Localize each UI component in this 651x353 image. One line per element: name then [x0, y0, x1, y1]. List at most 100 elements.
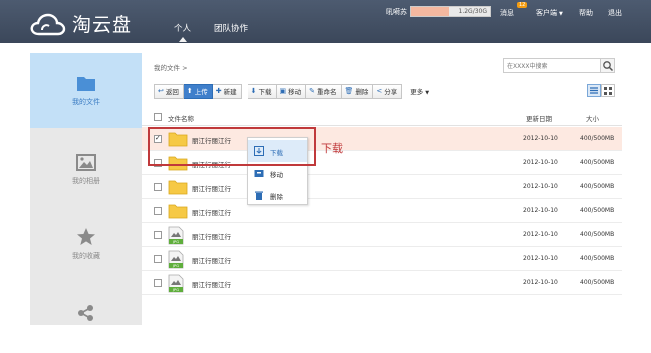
- tab-personal[interactable]: 个人: [174, 22, 191, 42]
- column-name[interactable]: 文件名称: [168, 113, 194, 123]
- file-name[interactable]: 丽江行丽江行: [192, 183, 231, 193]
- file-name[interactable]: 丽江行丽江行: [192, 231, 231, 241]
- sidebar-item-share[interactable]: [30, 278, 142, 353]
- jpg-file-icon: JPG: [168, 226, 184, 247]
- row-checkbox[interactable]: [154, 183, 162, 191]
- logo-text: 淘云盘: [72, 14, 133, 36]
- toolbar: ↩ 返回 ⬆ 上传 ✚ 新建 ⬇ 下载 ▣ 移动 ✎ 重命名 🗑 删除 < 分享 更多 ▼: [154, 83, 429, 99]
- logo[interactable]: 淘云盘: [30, 10, 132, 37]
- svg-text:JPG: JPG: [172, 288, 179, 292]
- move-button[interactable]: ▣ 移动: [276, 83, 307, 99]
- star-icon: [77, 228, 95, 245]
- folder-icon: [168, 202, 188, 221]
- folder-icon: [77, 77, 95, 91]
- tab-team[interactable]: 团队协作: [214, 22, 248, 34]
- select-all-checkbox[interactable]: [154, 113, 162, 121]
- row-checkbox[interactable]: [154, 255, 162, 263]
- list-view-button[interactable]: [587, 84, 601, 97]
- sidebar-item-label: 我的相册: [72, 177, 100, 185]
- client-menu[interactable]: 客户端 ▼: [536, 8, 563, 18]
- share-icon: <: [376, 87, 383, 95]
- jpg-file-icon: JPG: [168, 274, 184, 295]
- back-button[interactable]: ↩ 返回: [154, 83, 184, 99]
- file-size: 400/500MB: [580, 159, 615, 166]
- file-date: 2012-10-10: [523, 183, 558, 190]
- download-icon: ⬇: [250, 87, 257, 95]
- svg-text:JPG: JPG: [172, 264, 179, 268]
- context-delete[interactable]: 删除: [248, 184, 307, 206]
- file-size: 400/500MB: [580, 255, 615, 262]
- sidebar-item-files[interactable]: 我的文件: [30, 53, 142, 128]
- annotation-highlight-box: [148, 127, 316, 166]
- table-row[interactable]: JPG 丽江行丽江行 2012-10-10 400/500MB: [142, 247, 622, 271]
- file-date: 2012-10-10: [523, 159, 558, 166]
- upload-icon: ⬆: [186, 87, 193, 95]
- quota-fill: [411, 7, 449, 16]
- annotation-text: 下载: [321, 142, 343, 155]
- file-date: 2012-10-10: [523, 135, 558, 142]
- table-row[interactable]: JPG 丽江行丽江行 2012-10-10 400/500MB: [142, 271, 622, 295]
- username[interactable]: 吼嗬苏: [386, 7, 407, 17]
- share-label: 分享: [384, 88, 398, 96]
- sidebar-item-label: 我的收藏: [72, 252, 100, 260]
- context-delete-label: 删除: [270, 193, 283, 201]
- download-button[interactable]: ⬇ 下载: [247, 83, 277, 99]
- breadcrumb[interactable]: 我的文件 >: [154, 62, 188, 72]
- share-button[interactable]: < 分享: [373, 83, 403, 99]
- grid-icon: [604, 86, 612, 95]
- search-box: [503, 58, 615, 73]
- row-checkbox[interactable]: [154, 279, 162, 287]
- quota-bar: 1.2G/30G: [410, 6, 491, 17]
- file-name[interactable]: 丽江行丽江行: [192, 279, 231, 289]
- sidebar: 我的文件 我的相册 我的收藏: [30, 53, 142, 325]
- file-name[interactable]: 丽江行丽江行: [192, 207, 231, 217]
- top-header: 淘云盘 个人 团队协作 吼嗬苏 1.2G/30G 消息 12 客户端 ▼ 帮助 退…: [0, 0, 651, 43]
- search-icon: [603, 61, 614, 72]
- back-arrow-icon: ↩: [158, 87, 164, 95]
- upload-button[interactable]: ⬆ 上传: [183, 83, 213, 99]
- plus-icon: ✚: [215, 87, 222, 95]
- help-link[interactable]: 帮助: [579, 8, 593, 18]
- delete-label: 删除: [355, 88, 369, 96]
- file-date: 2012-10-10: [523, 279, 558, 286]
- column-size[interactable]: 大小: [586, 113, 599, 123]
- new-button[interactable]: ✚ 新建: [212, 83, 242, 99]
- file-size: 400/500MB: [580, 183, 615, 190]
- client-label: 客户端: [536, 9, 557, 17]
- svg-text:JPG: JPG: [172, 240, 179, 244]
- more-menu[interactable]: 更多 ▼: [410, 86, 429, 96]
- delete-button[interactable]: 🗑 删除: [341, 83, 374, 99]
- table-row[interactable]: 丽江行丽江行 2012-10-10 400/500MB: [142, 199, 622, 223]
- share-icon: [78, 305, 93, 321]
- file-date: 2012-10-10: [523, 207, 558, 214]
- list-icon: [590, 87, 598, 94]
- table-row[interactable]: 丽江行丽江行 2012-10-10 400/500MB: [142, 175, 622, 199]
- table-header: 文件名称 更新日期 大小: [142, 108, 622, 126]
- trash-icon: [255, 191, 263, 200]
- search-button[interactable]: [600, 59, 614, 72]
- message-count-badge: 12: [517, 2, 528, 8]
- search-input[interactable]: [507, 61, 597, 71]
- upload-label: 上传: [194, 88, 208, 96]
- sidebar-item-favorites[interactable]: 我的收藏: [30, 203, 142, 278]
- table-row[interactable]: JPG 丽江行丽江行 2012-10-10 400/500MB: [142, 223, 622, 247]
- column-date[interactable]: 更新日期: [526, 113, 552, 123]
- grid-view-button[interactable]: [601, 84, 615, 97]
- sidebar-item-label: 我的文件: [72, 98, 100, 106]
- messages-link[interactable]: 消息: [500, 8, 514, 18]
- view-toggle: [587, 84, 615, 97]
- chevron-down-icon: ▼: [559, 11, 563, 17]
- main-panel: 我的文件 > ↩返回 ⬆上传 ✚新建 ⬇下载 ▣移动 ✎重命名 🗑删除 <分享 …: [142, 53, 622, 325]
- file-size: 400/500MB: [580, 207, 615, 214]
- trash-icon: 🗑: [344, 87, 354, 95]
- file-name[interactable]: 丽江行丽江行: [192, 255, 231, 265]
- row-checkbox[interactable]: [154, 231, 162, 239]
- logout-link[interactable]: 退出: [608, 8, 622, 18]
- file-date: 2012-10-10: [523, 231, 558, 238]
- rename-button[interactable]: ✎ 重命名: [306, 83, 342, 99]
- row-checkbox[interactable]: [154, 207, 162, 215]
- chevron-down-icon: ▼: [425, 90, 430, 96]
- sidebar-item-photos[interactable]: 我的相册: [30, 128, 142, 203]
- more-label: 更多: [410, 88, 424, 96]
- new-label: 新建: [223, 88, 237, 96]
